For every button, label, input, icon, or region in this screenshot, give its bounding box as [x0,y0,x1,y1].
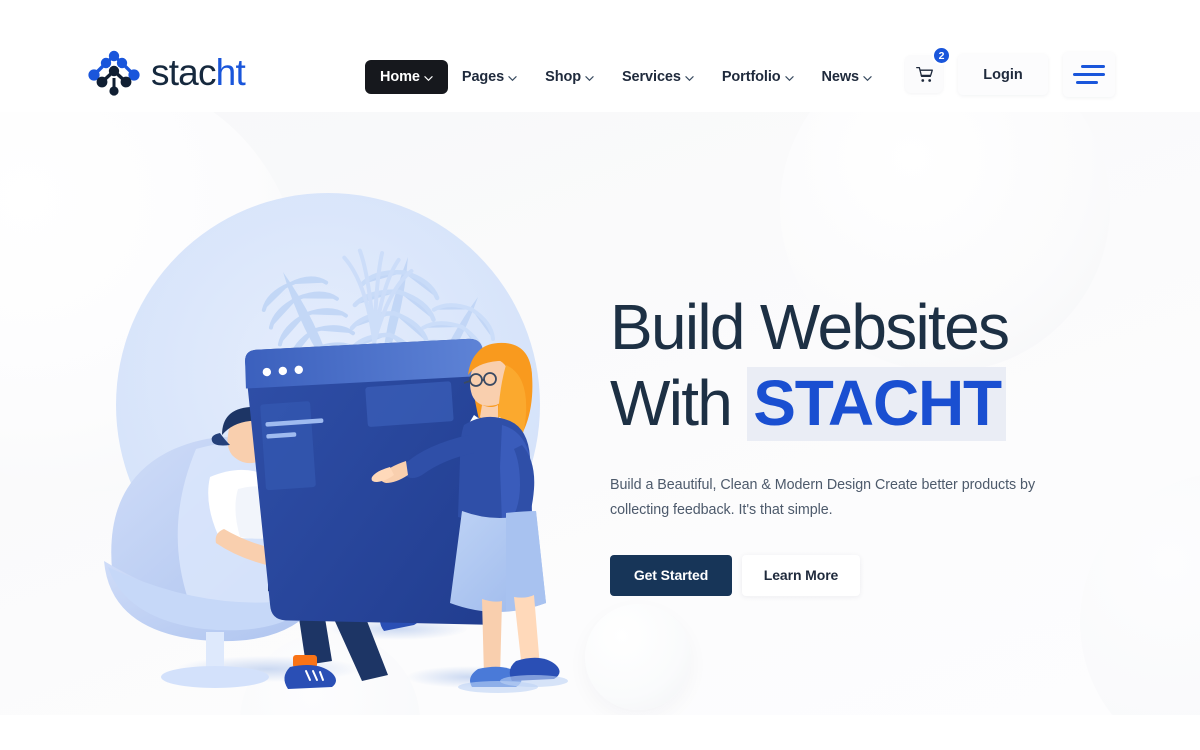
nav-item-news[interactable]: News [808,61,886,93]
main-navigation: Home Pages Shop Services Portfolio News [365,60,886,94]
headline-line-1: Build Websites [610,291,1010,363]
site-logo[interactable]: stacht [86,48,246,96]
hero-copy: Build Websites With STACHT Build a Beaut… [610,290,1080,596]
login-button[interactable]: Login [958,54,1048,95]
chevron-down-icon [863,74,872,83]
page-title: Build Websites With STACHT [610,290,1080,441]
chevron-down-icon [508,74,517,83]
nav-label-shop: Shop [545,69,581,85]
learn-more-label: Learn More [763,567,839,584]
chevron-down-icon [424,74,433,83]
learn-more-button[interactable]: Learn More [742,554,860,596]
hero-subtitle: Build a Beautiful, Clean & Modern Design… [610,477,1036,519]
page-body-strip [0,715,1200,750]
nav-item-home[interactable]: Home [365,60,448,94]
nav-label-home: Home [380,69,420,85]
nav-item-shop[interactable]: Shop [531,61,608,93]
headline-prefix: With [610,366,748,439]
shopping-cart-icon [915,66,933,82]
get-started-label: Get Started [633,567,709,584]
nav-label-pages: Pages [461,69,505,85]
hamburger-menu-icon[interactable] [1063,52,1115,97]
hero-section: Build Websites With STACHT Build a Beaut… [0,112,1200,715]
brand-highlight: STACHT [747,366,1006,441]
get-started-button[interactable]: Get Started [610,554,732,596]
nav-item-portfolio[interactable]: Portfolio [708,61,808,93]
nav-label-news: News [821,69,860,85]
landing-page: stacht Home Pages Shop Services Portfoli… [0,0,1200,750]
node-graph-icon [88,50,140,96]
logo-text-dark: stac [151,51,216,93]
nav-item-pages[interactable]: Pages [448,61,531,93]
nav-item-services[interactable]: Services [608,61,708,93]
nav-label-services: Services [621,69,681,85]
chevron-down-icon [685,74,694,83]
burger-line-3 [1076,81,1098,84]
site-header: stacht Home Pages Shop Services Portfoli… [0,0,1200,112]
burger-line-2 [1073,73,1105,76]
headline-line-2: With STACHT [610,366,1080,442]
chevron-down-icon [585,74,594,83]
nav-label-portfolio: Portfolio [721,69,781,85]
cta-row: Get Started Learn More [610,554,1080,596]
team-building-website-illustration [78,177,598,697]
cart-badge: 2 [932,46,951,65]
login-label: Login [983,66,1023,83]
logo-wordmark: stacht [151,51,246,93]
chevron-down-icon [784,74,794,83]
decorative-circle [1080,472,1200,715]
logo-text-blue: ht [215,51,246,93]
burger-line-1 [1081,65,1105,68]
decorative-circle [585,604,691,710]
